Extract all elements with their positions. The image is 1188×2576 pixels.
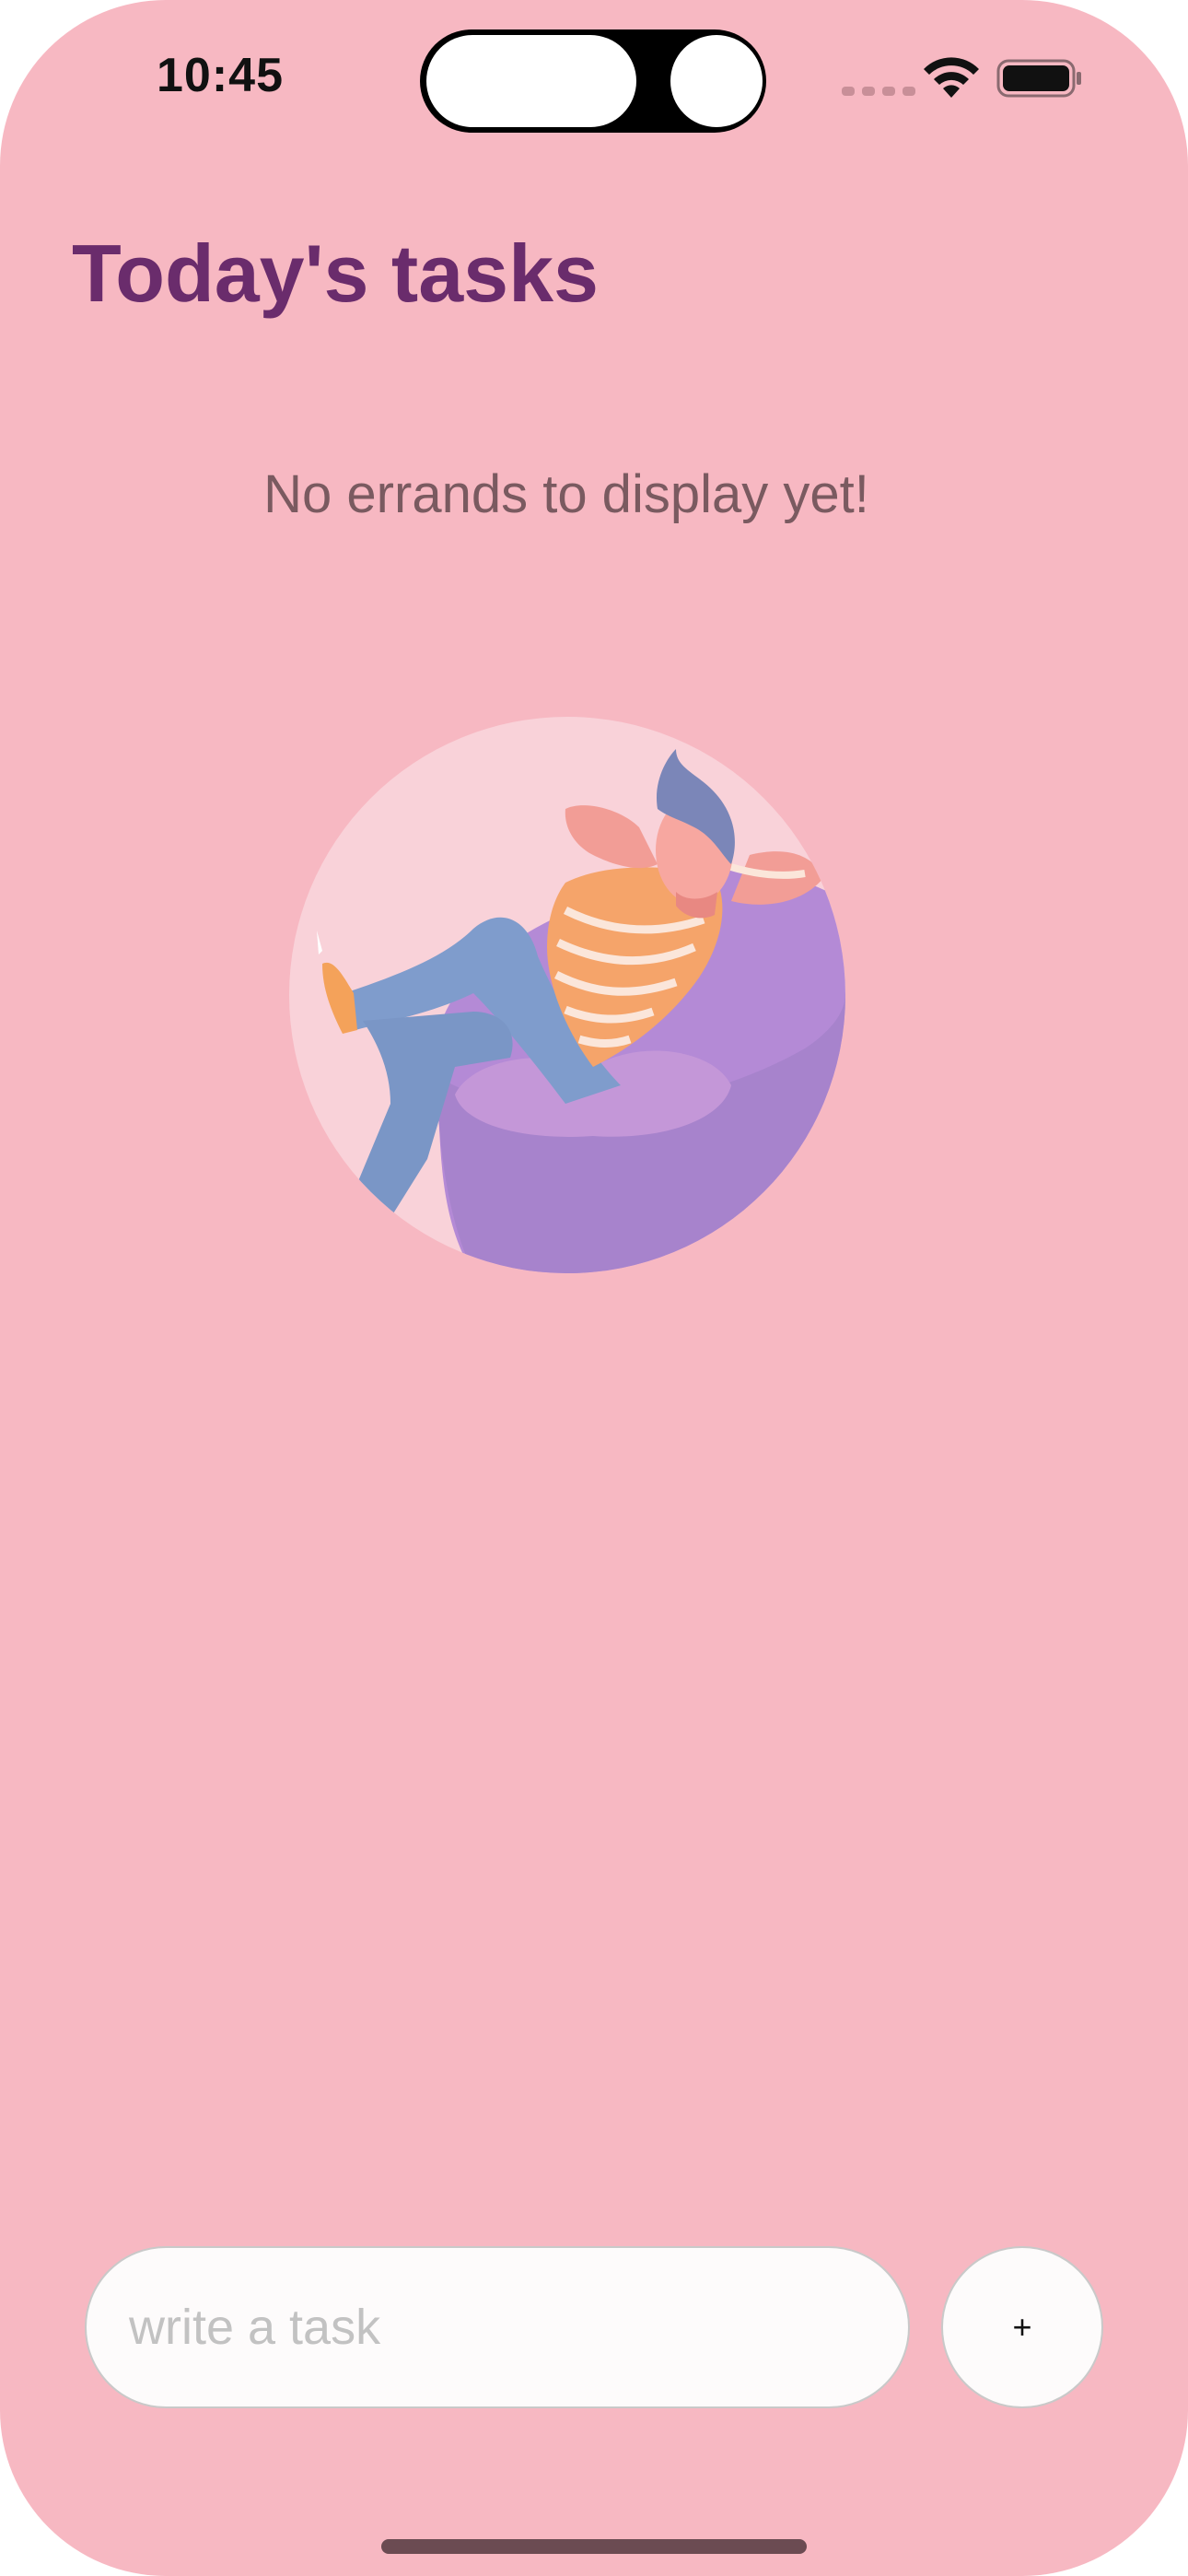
dynamic-island-dot	[670, 35, 763, 127]
add-task-button[interactable]: +	[941, 2246, 1103, 2408]
app-screen: 10:45 Today's tasks No errands to displa…	[0, 0, 1188, 2576]
battery-icon	[996, 59, 1081, 98]
signal-bar	[842, 87, 855, 96]
wifi-icon	[924, 57, 979, 98]
page-title: Today's tasks	[72, 228, 599, 319]
empty-state-message: No errands to display yet!	[263, 464, 869, 524]
cellular-signal-icon	[842, 87, 915, 96]
task-input[interactable]	[85, 2246, 910, 2408]
home-indicator[interactable]	[381, 2539, 807, 2554]
signal-bar	[882, 87, 895, 96]
man-relaxing-on-beanbag-illustration	[289, 717, 845, 1273]
dynamic-island-pill	[426, 35, 636, 127]
signal-bar	[862, 87, 875, 96]
signal-bar	[903, 87, 915, 96]
status-time: 10:45	[157, 49, 284, 102]
